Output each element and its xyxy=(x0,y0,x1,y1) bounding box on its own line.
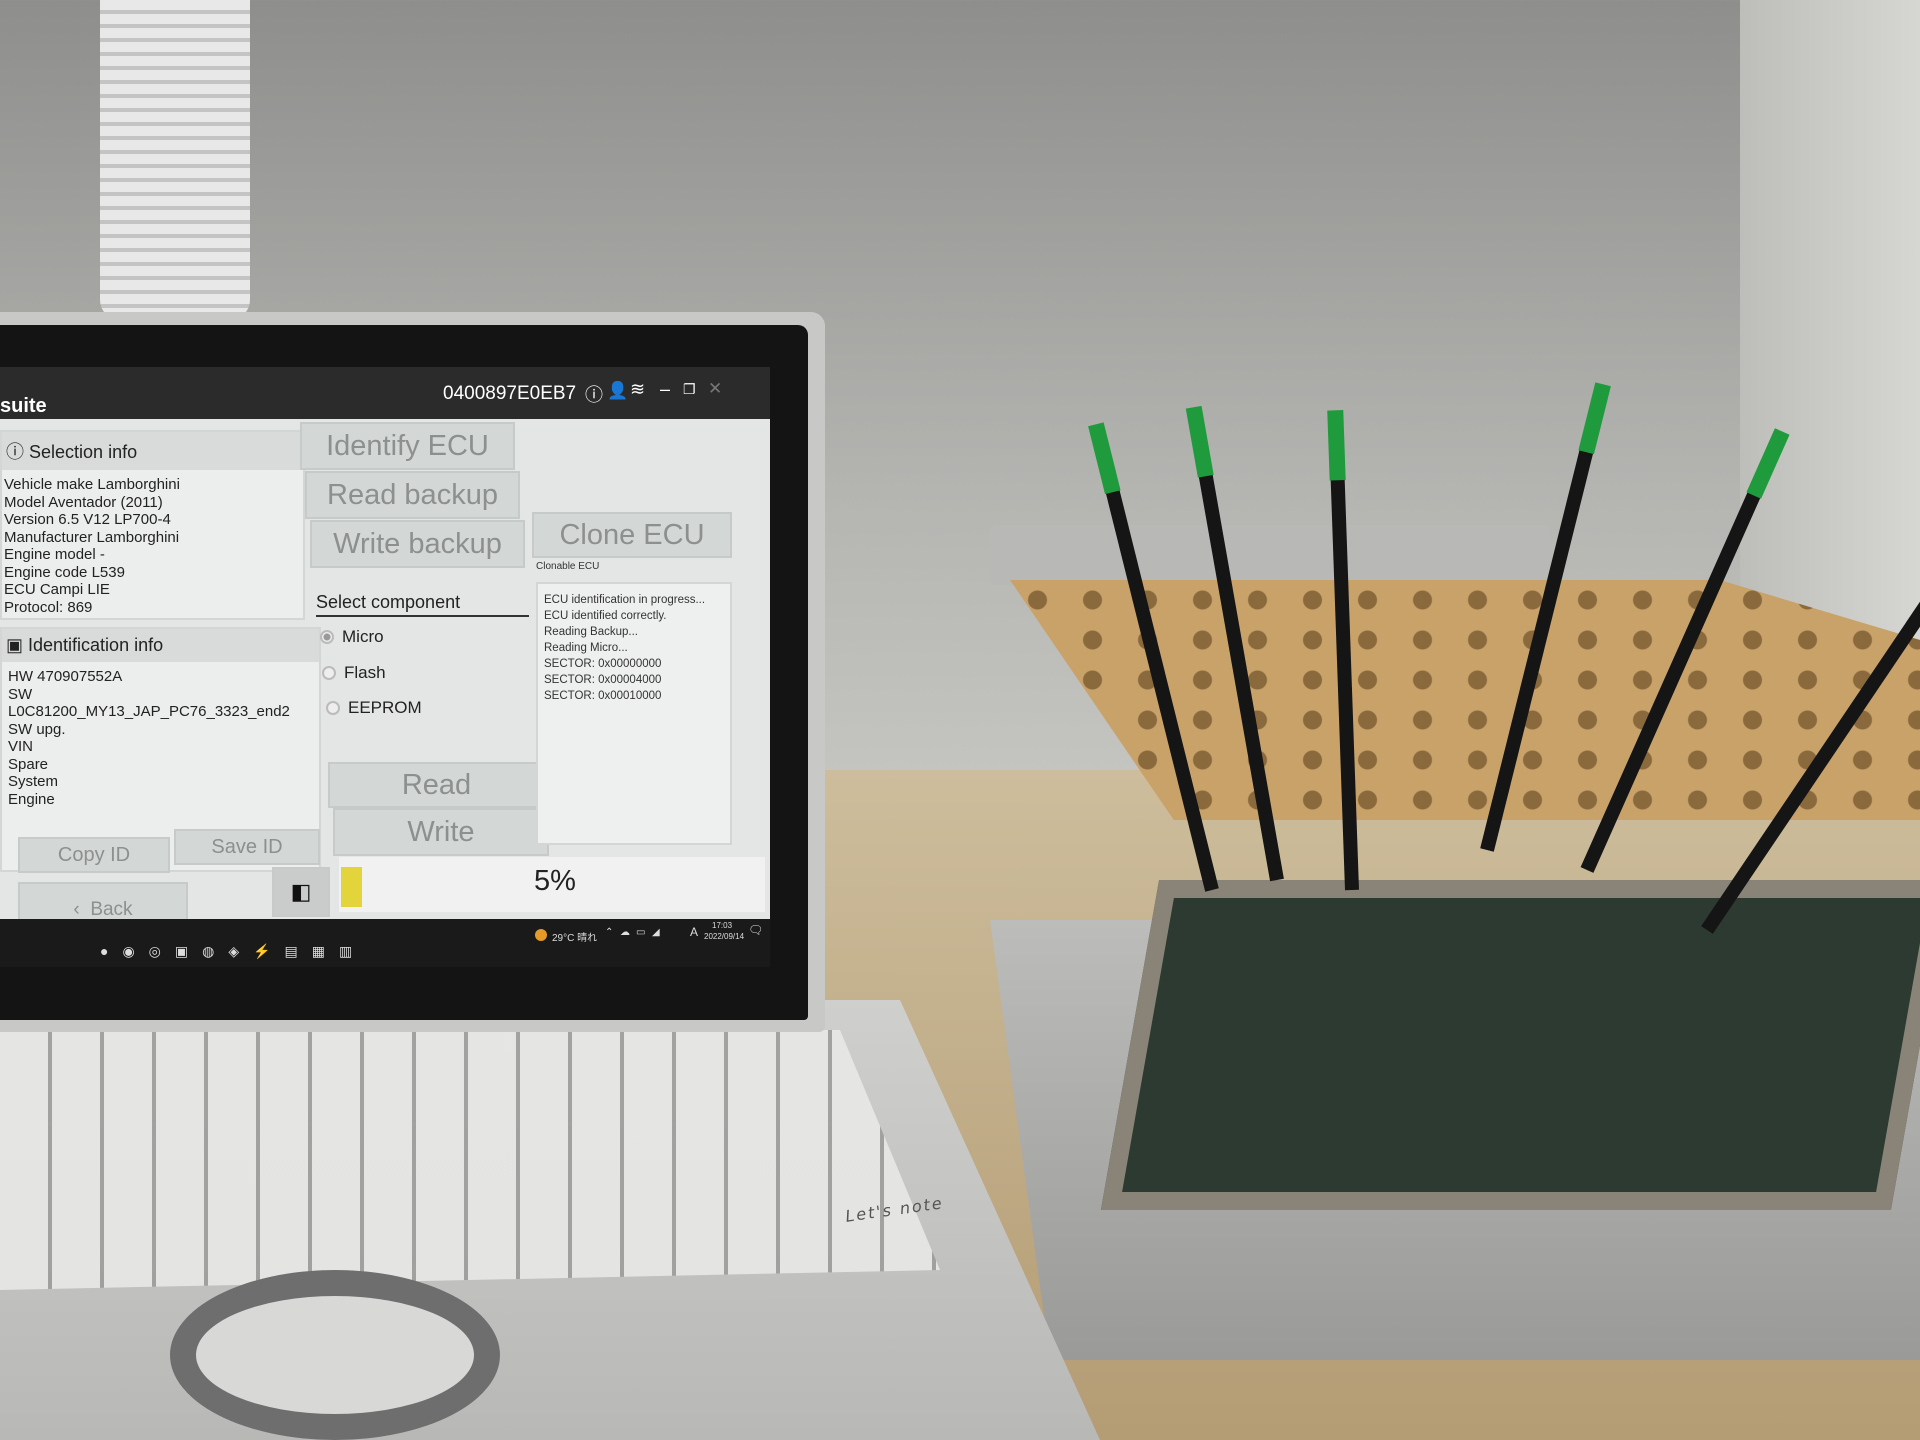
taskbar-app-icons[interactable]: ●◉◎▣◍◈⚡▤▦▥ xyxy=(100,943,366,960)
log-line: ECU identified correctly. xyxy=(544,610,667,622)
title-bar: suite 0400897E0EB7 ⓘ 👤 ≋ – ❐ ✕ xyxy=(0,367,770,419)
app-window: suite 0400897E0EB7 ⓘ 👤 ≋ – ❐ ✕ ⓘ Selecti… xyxy=(0,367,770,967)
ime-indicator[interactable]: A xyxy=(690,925,698,939)
identification-info-header: ▣ Identification info xyxy=(2,629,319,662)
log-line: Reading Backup... xyxy=(544,626,638,638)
restore-icon[interactable]: ❐ xyxy=(683,381,696,398)
radio-selected-icon xyxy=(320,630,334,644)
identification-line: SW L0C81200_MY13_JAP_PC76_3323_end2 xyxy=(8,685,290,721)
save-id-button[interactable]: Save ID xyxy=(174,829,320,865)
select-component-heading: Select component xyxy=(316,592,529,617)
lamp-hose xyxy=(100,0,250,320)
radio-label: Micro xyxy=(342,627,384,646)
identification-info-title: Identification info xyxy=(28,635,164,655)
read-button[interactable]: Read xyxy=(328,762,545,808)
network-icon[interactable]: ▭ xyxy=(636,927,645,938)
selection-line: Model Aventador (2011) xyxy=(4,493,163,511)
weather-text: 29°C 晴れ xyxy=(552,933,598,944)
notification-icon[interactable]: 🗨 xyxy=(748,923,763,937)
progress-fill xyxy=(341,867,362,907)
write-button[interactable]: Write xyxy=(333,808,549,856)
clock-time[interactable]: 17:03 xyxy=(712,921,732,930)
toggle-panel-icon[interactable]: ◧ xyxy=(272,867,330,917)
clonable-ecu-caption: Clonable ECU xyxy=(536,561,600,572)
identification-line: VIN xyxy=(8,738,34,755)
selection-line: Protocol: 869 xyxy=(4,598,93,616)
radio-eeprom[interactable]: EEPROM xyxy=(326,698,422,718)
ecu-board xyxy=(1100,880,1920,1210)
chevron-left-icon: ‹ xyxy=(73,899,91,920)
clone-ecu-button[interactable]: Clone ECU xyxy=(532,512,732,558)
weather-sun-icon xyxy=(535,929,547,941)
radio-label: Flash xyxy=(344,663,386,682)
radio-micro[interactable]: Micro xyxy=(320,627,384,647)
selection-line: ECU Campi LIE xyxy=(4,581,110,598)
selection-info-title: Selection info xyxy=(29,442,138,462)
selection-line: Version 6.5 V12 LP700-4 xyxy=(4,511,171,528)
close-icon[interactable]: ✕ xyxy=(708,379,722,399)
selection-line: Engine model - xyxy=(4,546,105,563)
progress-label: 5% xyxy=(534,865,576,897)
identify-ecu-button[interactable]: Identify ECU xyxy=(300,422,515,470)
volume-icon[interactable]: ◢ xyxy=(652,927,660,938)
selection-line: Vehicle make Lamborghini xyxy=(4,476,180,493)
wifi-icon[interactable]: ≋ xyxy=(630,379,645,400)
write-backup-button[interactable]: Write backup xyxy=(310,520,525,568)
progress-bar: 5% xyxy=(339,857,765,912)
identification-line: HW 470907552A xyxy=(8,668,123,685)
radio-empty-icon xyxy=(326,701,340,715)
app-title: suite xyxy=(0,395,47,417)
minimize-icon[interactable]: – xyxy=(660,379,670,400)
identification-line: System xyxy=(8,773,59,790)
read-backup-button[interactable]: Read backup xyxy=(305,471,520,519)
taskbar: 29°C 晴れ ⌃ ☁ ▭ ◢ A 17:03 2022/09/14 🗨 ●◉◎… xyxy=(0,919,770,967)
selection-line: Engine code L539 xyxy=(4,563,125,581)
info-icon: ⓘ xyxy=(6,442,30,462)
touchpad xyxy=(170,1270,500,1440)
radio-flash[interactable]: Flash xyxy=(322,663,386,683)
log-output: ECU identification in progress... ECU id… xyxy=(536,582,732,845)
radio-empty-icon xyxy=(322,666,336,680)
identification-line: Spare xyxy=(8,755,49,773)
identification-info-panel: ▣ Identification info HW 470907552A SW L… xyxy=(0,627,321,873)
selection-info-panel: ⓘ Selection info Vehicle make Lamborghin… xyxy=(0,430,305,620)
identification-line: SW upg. xyxy=(8,720,66,738)
radio-label: EEPROM xyxy=(348,698,422,717)
identification-line: Engine xyxy=(8,790,55,808)
clock-date[interactable]: 2022/09/14 xyxy=(704,932,744,941)
tray-chevron-icon[interactable]: ⌃ xyxy=(605,927,613,938)
log-line: ECU identification in progress... xyxy=(544,594,706,606)
log-line: SECTOR: 0x00010000 xyxy=(544,690,662,702)
selection-line: Manufacturer Lamborghini xyxy=(4,528,180,546)
selection-info-header: ⓘ Selection info xyxy=(2,432,303,470)
copy-id-button[interactable]: Copy ID xyxy=(18,837,170,873)
back-label: Back xyxy=(90,899,133,920)
info-icon[interactable]: ⓘ xyxy=(585,381,603,407)
device-id: 0400897E0EB7 xyxy=(443,383,577,404)
keyboard xyxy=(0,1030,940,1290)
user-icon[interactable]: 👤 xyxy=(607,381,628,401)
log-line: Reading Micro... xyxy=(544,642,628,654)
rig-top-plate xyxy=(990,525,1550,585)
cloud-icon[interactable]: ☁ xyxy=(620,927,630,938)
log-line: SECTOR: 0x00004000 xyxy=(544,674,662,686)
chip-icon: ▣ xyxy=(6,635,29,655)
log-line: SECTOR: 0x00000000 xyxy=(544,658,662,670)
